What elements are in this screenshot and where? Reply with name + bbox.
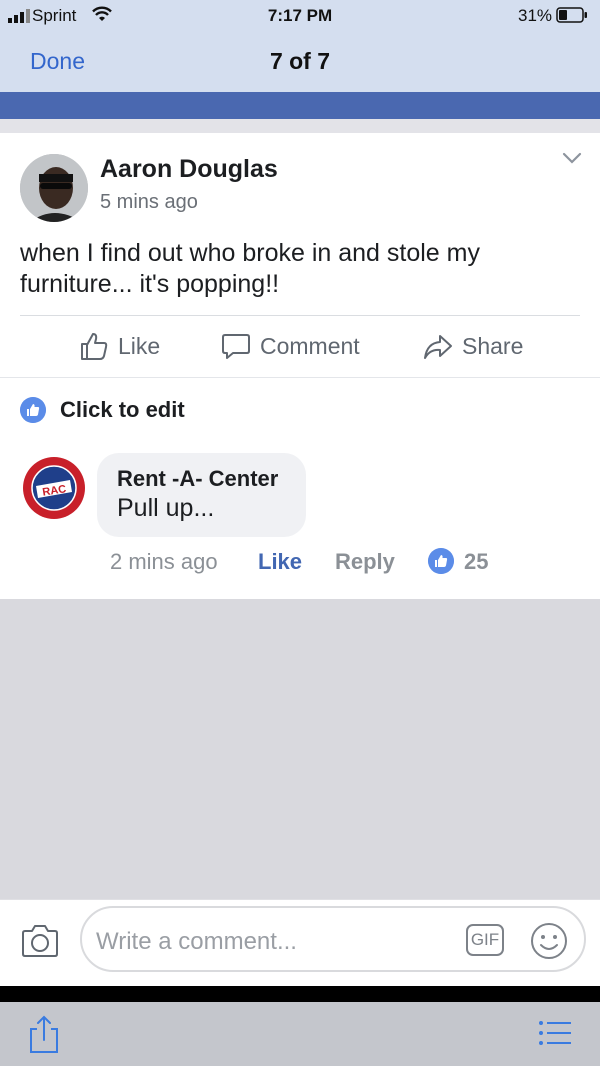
chevron-down-icon[interactable] xyxy=(560,148,584,168)
emoji-icon[interactable] xyxy=(530,922,568,960)
comment-author[interactable]: Rent -A- Center xyxy=(117,466,278,492)
comment-reply-button[interactable]: Reply xyxy=(335,549,395,575)
post-timestamp[interactable]: 5 mins ago xyxy=(100,191,198,214)
like-label: Like xyxy=(118,332,161,359)
reaction-count[interactable]: 25 xyxy=(464,549,488,575)
list-icon[interactable] xyxy=(538,1020,572,1046)
comment-like-button[interactable]: Like xyxy=(258,549,302,575)
click-to-edit-label: Click to edit xyxy=(60,397,185,422)
click-to-edit[interactable]: Click to edit xyxy=(20,397,185,423)
bottom-toolbar xyxy=(0,1002,600,1066)
gif-icon[interactable]: GIF xyxy=(466,924,504,956)
rent-a-center-logo[interactable]: RAC xyxy=(22,456,86,520)
facebook-header-bar xyxy=(0,92,600,119)
divider xyxy=(0,377,600,378)
battery-percent: 31% xyxy=(518,6,553,25)
thumbs-up-badge-icon[interactable] xyxy=(428,548,454,574)
post-text: when I find out who broke in and stole m… xyxy=(20,239,480,298)
share-label: Share xyxy=(462,332,524,359)
comment-button[interactable]: Comment xyxy=(220,330,360,362)
page-counter: 7 of 7 xyxy=(269,48,331,74)
comment-input-placeholder: Write a comment... xyxy=(96,928,297,955)
avatar[interactable] xyxy=(20,154,88,222)
comment-timestamp: 2 mins ago xyxy=(110,549,218,574)
status-bar: Sprint 7:17 PM 31% xyxy=(0,0,600,32)
share-button[interactable]: Share xyxy=(422,330,523,362)
avatar-photo xyxy=(20,154,88,222)
share-icon xyxy=(424,335,452,359)
share-sheet-icon[interactable] xyxy=(28,1014,60,1054)
comment-icon xyxy=(222,334,250,359)
divider xyxy=(20,315,580,316)
like-button[interactable]: Like xyxy=(78,330,160,362)
comment-text: Pull up... xyxy=(117,494,215,522)
camera-icon[interactable] xyxy=(20,923,60,959)
clock: 7:17 PM xyxy=(267,6,333,25)
thumbs-up-badge-icon xyxy=(20,397,46,423)
separator xyxy=(0,119,600,133)
like-icon xyxy=(81,333,108,360)
post-author[interactable]: Aaron Douglas xyxy=(100,155,278,184)
divider-bar xyxy=(0,986,600,1002)
comment-label: Comment xyxy=(260,332,360,359)
battery-icon xyxy=(556,7,587,23)
